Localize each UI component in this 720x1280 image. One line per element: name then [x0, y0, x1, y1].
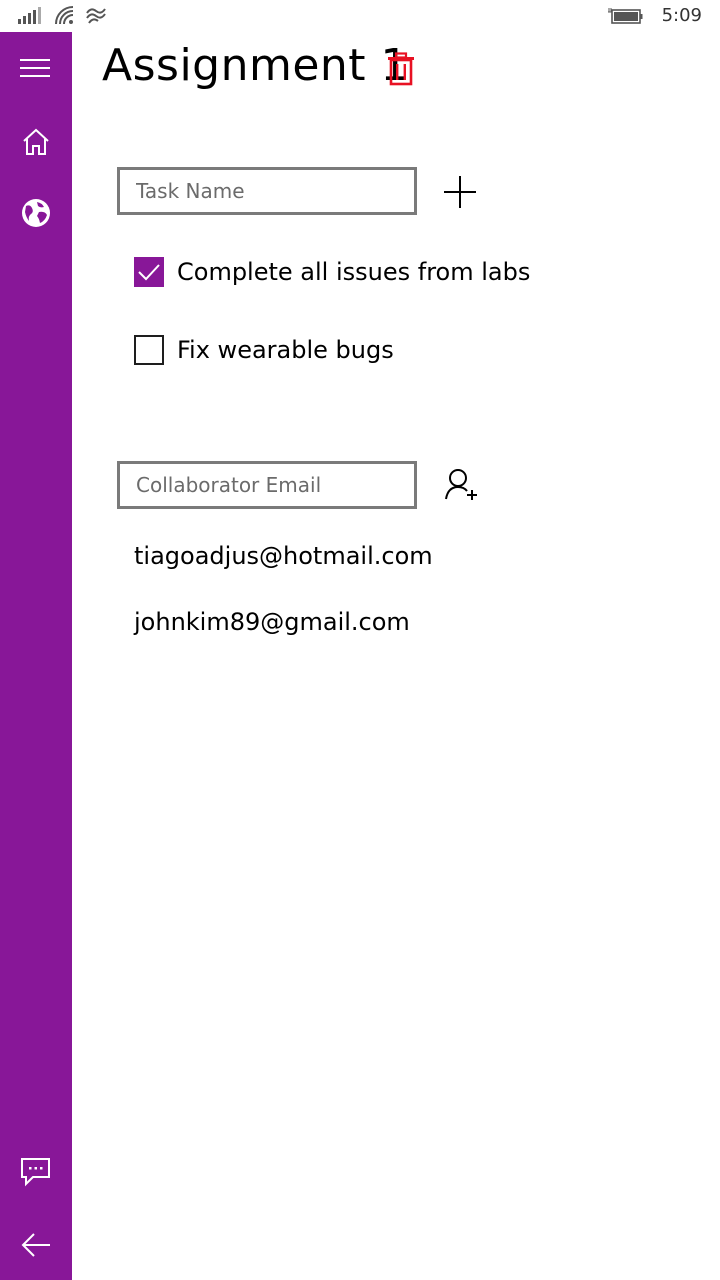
globe-button[interactable]	[0, 183, 72, 243]
home-icon	[23, 128, 49, 155]
task-checkbox-checked[interactable]	[134, 257, 164, 287]
feedback-button[interactable]	[0, 1142, 72, 1202]
home-button[interactable]	[0, 112, 72, 172]
hamburger-icon	[20, 59, 50, 77]
task-name-input[interactable]	[117, 167, 417, 215]
add-collaborator-button[interactable]	[444, 468, 480, 506]
main-content: Assignment 1 Complete all issues from la…	[72, 32, 720, 1280]
signal-icon	[18, 7, 41, 24]
globe-icon	[22, 199, 50, 227]
add-person-icon	[445, 469, 477, 500]
collaborator-email-input[interactable]	[117, 461, 417, 509]
network-icon	[86, 8, 106, 24]
task-label: Complete all issues from labs	[177, 258, 531, 286]
delete-assignment-button[interactable]	[387, 52, 415, 90]
page-title: Assignment 1	[102, 40, 410, 91]
task-checkbox[interactable]	[134, 335, 164, 365]
sidebar	[0, 32, 72, 1280]
trash-icon	[388, 52, 414, 86]
collaborator-email: tiagoadjus@hotmail.com	[134, 542, 433, 570]
wifi-icon	[55, 6, 74, 25]
battery-icon	[608, 8, 643, 24]
plus-icon	[444, 176, 476, 208]
back-arrow-icon	[21, 1233, 50, 1257]
hamburger-menu-button[interactable]	[0, 38, 72, 98]
checkmark-icon	[138, 264, 160, 281]
collaborator-email: johnkim89@gmail.com	[134, 608, 410, 636]
task-item[interactable]: Fix wearable bugs	[134, 332, 394, 368]
back-button[interactable]	[0, 1215, 72, 1275]
feedback-icon	[21, 1158, 50, 1187]
task-label: Fix wearable bugs	[177, 336, 394, 364]
status-time: 5:09	[661, 5, 702, 26]
task-item[interactable]: Complete all issues from labs	[134, 254, 530, 290]
add-task-button[interactable]	[442, 174, 478, 214]
status-bar: 5:09	[0, 0, 720, 32]
